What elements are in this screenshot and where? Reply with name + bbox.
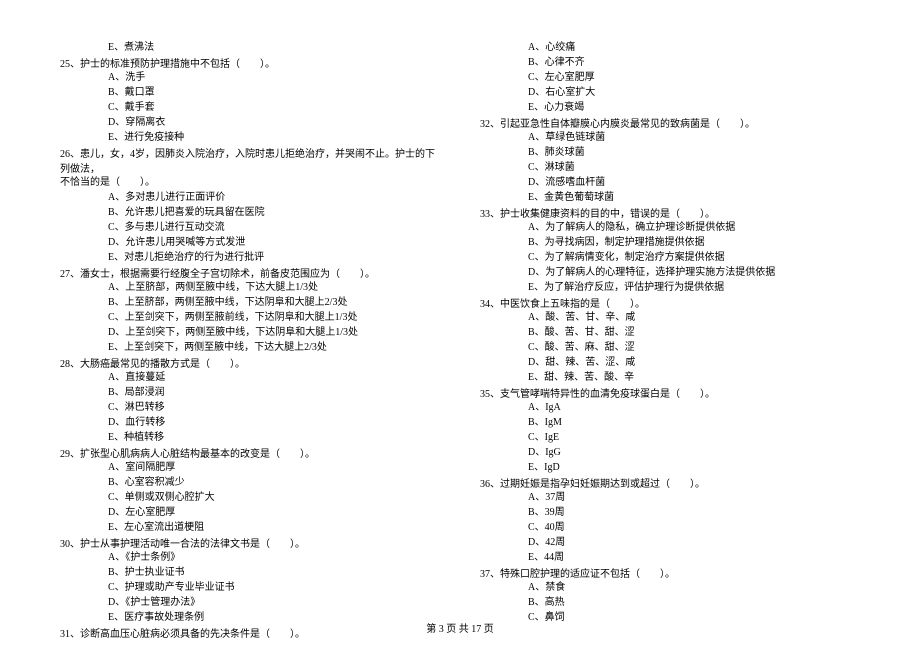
- question-37: 37、特殊口腔护理的适应证不包括（ ）。: [480, 565, 860, 580]
- question-35: 35、支气管哮喘特异性的血清免疫球蛋白是（ ）。: [480, 385, 860, 400]
- option-text: A、心绞痛: [480, 40, 860, 55]
- page-footer: 第 3 页 共 17 页: [0, 620, 920, 635]
- question-26: 26、患儿，女，4岁，因肺炎入院治疗，入院时患儿拒绝治疗，并哭闹不止。护士的下列…: [60, 145, 440, 175]
- question-25: 25、护士的标准预防护理措施中不包括（ ）。: [60, 55, 440, 70]
- option-text: C、上至剑突下，两侧至腋前线，下达阴阜和大腿上1/3处: [60, 310, 440, 325]
- option-text: E、上至剑突下，两侧至腋中线，下达大腿上2/3处: [60, 340, 440, 355]
- option-text: B、IgM: [480, 415, 860, 430]
- question-26-cont: 不恰当的是（ ）。: [60, 175, 440, 190]
- question-27: 27、潘女士，根据需要行经腹全子宫切除术，前备皮范围应为（ ）。: [60, 265, 440, 280]
- option-text: B、39周: [480, 505, 860, 520]
- option-text: E、心力衰竭: [480, 100, 860, 115]
- option-text: C、酸、苦、麻、甜、涩: [480, 340, 860, 355]
- option-text: B、允许患儿把喜爱的玩具留在医院: [60, 205, 440, 220]
- option-text: A、禁食: [480, 580, 860, 595]
- option-text: D、右心室扩大: [480, 85, 860, 100]
- option-text: D、42周: [480, 535, 860, 550]
- left-column: E、煮沸法 25、护士的标准预防护理措施中不包括（ ）。 A、洗手 B、戴口罩 …: [60, 40, 440, 640]
- option-text: B、高热: [480, 595, 860, 610]
- option-text: C、戴手套: [60, 100, 440, 115]
- option-text: A、为了解病人的隐私，确立护理诊断提供依据: [480, 220, 860, 235]
- option-text: E、金黄色葡萄球菌: [480, 190, 860, 205]
- option-text: C、左心室肥厚: [480, 70, 860, 85]
- option-text: A、37周: [480, 490, 860, 505]
- option-text: E、对患儿拒绝治疗的行为进行批评: [60, 250, 440, 265]
- option-text: E、煮沸法: [60, 40, 440, 55]
- option-text: A、草绿色链球菌: [480, 130, 860, 145]
- option-text: C、为了解病情变化，制定治疗方案提供依据: [480, 250, 860, 265]
- option-text: B、心室容积减少: [60, 475, 440, 490]
- option-text: C、IgE: [480, 430, 860, 445]
- right-column: A、心绞痛 B、心律不齐 C、左心室肥厚 D、右心室扩大 E、心力衰竭 32、引…: [480, 40, 860, 640]
- option-text: A、《护士条例》: [60, 550, 440, 565]
- question-36: 36、过期妊娠是指孕妇妊娠期达到或超过（ ）。: [480, 475, 860, 490]
- option-text: A、酸、苦、甘、辛、咸: [480, 310, 860, 325]
- option-text: E、为了解治疗反应，评估护理行为提供依据: [480, 280, 860, 295]
- option-text: A、上至脐部，两侧至腋中线，下达大腿上1/3处: [60, 280, 440, 295]
- option-text: C、40周: [480, 520, 860, 535]
- option-text: B、肺炎球菌: [480, 145, 860, 160]
- option-text: C、多与患儿进行互动交流: [60, 220, 440, 235]
- option-text: B、心律不齐: [480, 55, 860, 70]
- option-text: A、直接蔓延: [60, 370, 440, 385]
- option-text: A、洗手: [60, 70, 440, 85]
- question-29: 29、扩张型心肌病病人心脏结构最基本的改变是（ ）。: [60, 445, 440, 460]
- option-text: C、淋巴转移: [60, 400, 440, 415]
- option-text: D、穿隔离衣: [60, 115, 440, 130]
- option-text: B、为寻找病因，制定护理措施提供依据: [480, 235, 860, 250]
- option-text: E、进行免疫接种: [60, 130, 440, 145]
- option-text: D、允许患儿用哭喊等方式发泄: [60, 235, 440, 250]
- option-text: B、局部浸润: [60, 385, 440, 400]
- option-text: A、室间隔肥厚: [60, 460, 440, 475]
- option-text: D、《护士管理办法》: [60, 595, 440, 610]
- option-text: B、上至脐部，两侧至腋中线，下达阴阜和大腿上2/3处: [60, 295, 440, 310]
- option-text: B、护士执业证书: [60, 565, 440, 580]
- option-text: D、甜、辣、苦、涩、咸: [480, 355, 860, 370]
- option-text: E、种植转移: [60, 430, 440, 445]
- option-text: E、IgD: [480, 460, 860, 475]
- option-text: B、戴口罩: [60, 85, 440, 100]
- question-34: 34、中医饮食上五味指的是（ ）。: [480, 295, 860, 310]
- option-text: D、IgG: [480, 445, 860, 460]
- option-text: E、甜、辣、苦、酸、辛: [480, 370, 860, 385]
- option-text: A、IgA: [480, 400, 860, 415]
- option-text: C、单侧或双侧心腔扩大: [60, 490, 440, 505]
- option-text: D、血行转移: [60, 415, 440, 430]
- question-32: 32、引起亚急性自体瓣膜心内膜炎最常见的致病菌是（ ）。: [480, 115, 860, 130]
- option-text: D、上至剑突下，两侧至腋中线，下达阴阜和大腿上1/3处: [60, 325, 440, 340]
- option-text: D、左心室肥厚: [60, 505, 440, 520]
- option-text: E、左心室流出道梗阻: [60, 520, 440, 535]
- document-columns: E、煮沸法 25、护士的标准预防护理措施中不包括（ ）。 A、洗手 B、戴口罩 …: [60, 40, 860, 640]
- question-28: 28、大肠癌最常见的播散方式是（ ）。: [60, 355, 440, 370]
- option-text: C、淋球菌: [480, 160, 860, 175]
- option-text: D、为了解病人的心理特征，选择护理实施方法提供依据: [480, 265, 860, 280]
- question-30: 30、护士从事护理活动唯一合法的法律文书是（ ）。: [60, 535, 440, 550]
- option-text: A、多对患儿进行正面评价: [60, 190, 440, 205]
- question-33: 33、护士收集健康资料的目的中，错误的是（ ）。: [480, 205, 860, 220]
- option-text: D、流感嗜血杆菌: [480, 175, 860, 190]
- option-text: E、44周: [480, 550, 860, 565]
- option-text: B、酸、苦、甘、甜、涩: [480, 325, 860, 340]
- option-text: C、护理或助产专业毕业证书: [60, 580, 440, 595]
